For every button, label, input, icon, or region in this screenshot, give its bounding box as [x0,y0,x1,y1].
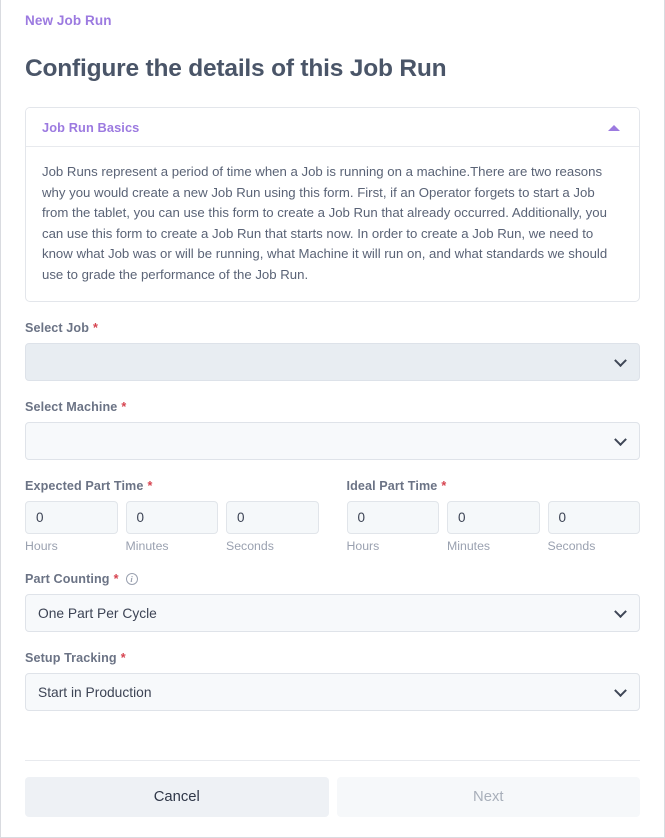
select-machine-label: Select Machine * [25,400,640,414]
cancel-button[interactable]: Cancel [25,777,329,817]
required-marker: * [147,479,153,493]
info-icon[interactable]: i [125,573,138,585]
breadcrumb-new-job-run[interactable]: New Job Run [25,0,112,28]
setup-tracking-value: Start in Production [38,684,152,700]
expected-minutes-unit: Minutes [125,501,218,553]
select-machine-label-text: Select Machine [25,400,118,414]
setup-tracking-label: Setup Tracking * [25,651,640,665]
select-job-dropdown[interactable] [25,343,640,381]
expected-minutes-input[interactable] [125,501,218,534]
job-run-form-page: New Job Run Configure the details of thi… [0,0,665,838]
required-marker: * [120,651,126,665]
chevron-down-icon [614,433,627,447]
chevron-down-icon [614,684,627,698]
ideal-seconds-input[interactable] [547,501,640,534]
setup-tracking-field: Setup Tracking * Start in Production [25,651,640,711]
ideal-minutes-unit: Minutes [447,501,540,553]
required-marker: * [93,321,99,335]
part-counting-field: Part Counting * i One Part Per Cycle [25,572,640,632]
expected-hours-input[interactable] [25,501,118,534]
expected-seconds-unit: Seconds [226,501,319,553]
ideal-hours-caption: Hours [346,539,380,553]
ideal-part-time-label: Ideal Part Time * [347,479,641,493]
ideal-hours-unit: Hours [346,501,439,553]
ideal-minutes-input[interactable] [447,501,540,534]
ideal-part-time-field: Ideal Part Time * Hours Minutes Seconds [346,479,641,553]
select-job-label-text: Select Job [25,321,89,335]
ideal-seconds-unit: Seconds [547,501,640,553]
ideal-part-time-label-text: Ideal Part Time [346,479,438,493]
required-marker: * [121,400,127,414]
expected-part-time-label-text: Expected Part Time [25,479,144,493]
part-time-row: Expected Part Time * Hours Minutes Secon… [25,479,640,553]
expected-part-time-inputs: Hours Minutes Seconds [25,501,319,553]
ideal-minutes-caption: Minutes [447,539,491,553]
required-marker: * [441,479,447,493]
chevron-down-icon [614,605,627,619]
part-counting-label-text: Part Counting [25,572,110,586]
expected-hours-unit: Hours [25,501,118,553]
part-counting-dropdown[interactable]: One Part Per Cycle [25,594,640,632]
expected-seconds-caption: Seconds [226,539,274,553]
panel-description: Job Runs represent a period of time when… [42,164,608,282]
select-machine-field: Select Machine * [25,400,640,460]
setup-tracking-dropdown[interactable]: Start in Production [25,673,640,711]
ideal-hours-input[interactable] [346,501,439,534]
job-run-basics-panel: Job Run Basics Job Runs represent a peri… [25,107,640,302]
ideal-part-time-inputs: Hours Minutes Seconds [346,501,640,553]
chevron-down-icon [614,354,627,368]
form-footer: Cancel Next [25,777,640,817]
required-marker: * [113,572,119,586]
part-counting-label: Part Counting * i [25,572,640,586]
select-machine-dropdown[interactable] [25,422,640,460]
ideal-seconds-caption: Seconds [547,539,596,553]
expected-seconds-input[interactable] [226,501,319,534]
panel-title: Job Run Basics [42,120,140,135]
job-run-basics-panel-header[interactable]: Job Run Basics [26,108,639,147]
caret-up-icon[interactable] [608,124,620,131]
expected-part-time-field: Expected Part Time * Hours Minutes Secon… [25,479,319,553]
next-button[interactable]: Next [336,777,640,817]
expected-minutes-caption: Minutes [125,539,169,553]
part-counting-value: One Part Per Cycle [38,605,157,621]
select-job-label: Select Job * [25,321,640,335]
page-title: Configure the details of this Job Run [25,55,447,82]
expected-part-time-label: Expected Part Time * [25,479,319,493]
select-job-field: Select Job * [25,321,640,381]
footer-divider [25,760,640,761]
expected-hours-caption: Hours [25,539,58,553]
setup-tracking-label-text: Setup Tracking [25,651,117,665]
